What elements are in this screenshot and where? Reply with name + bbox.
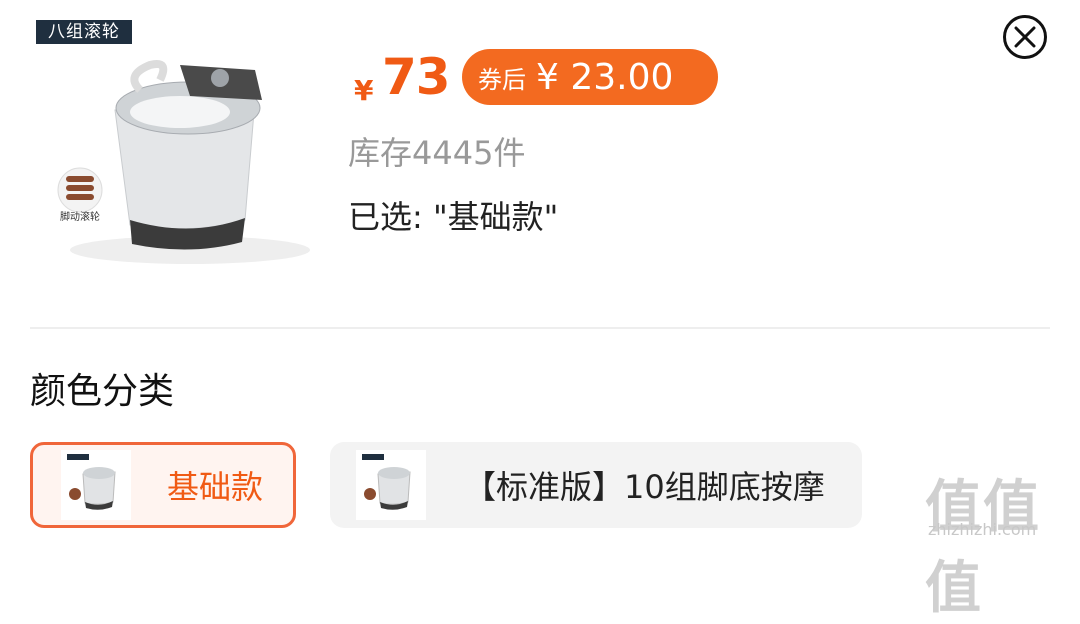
coupon-label: 券后 (478, 65, 526, 94)
watermark-url: zhizhizhi.com (928, 520, 1037, 539)
close-button[interactable] (1003, 15, 1047, 59)
watermark-logo: 值值值 (925, 475, 1041, 621)
price-value: 73 (382, 48, 451, 106)
option-thumbnail (356, 450, 426, 520)
option-standard[interactable]: 【标准版】10组脚底按摩 (330, 442, 862, 528)
coupon-price: ¥ 23.00 (536, 56, 674, 98)
price-currency: ¥ (354, 74, 374, 107)
option-label: 【标准版】10组脚底按摩 (464, 468, 825, 506)
option-basic[interactable]: 基础款 (30, 442, 296, 528)
selected-variant: 已选: "基础款" (348, 198, 559, 236)
product-badge: 八组滚轮 (36, 20, 132, 44)
option-thumbnail (61, 450, 131, 520)
option-label: 基础款 (167, 468, 264, 506)
product-image: 八组滚轮 脚动滚轮 (30, 20, 320, 290)
close-circle-icon (1014, 26, 1036, 48)
coupon-price-badge: 券后 ¥ 23.00 (462, 49, 718, 105)
roller-caption: 脚动滚轮 (60, 212, 100, 223)
stock-count: 库存4445件 (348, 134, 526, 172)
section-title-color: 颜色分类 (30, 371, 175, 412)
divider (30, 327, 1050, 329)
